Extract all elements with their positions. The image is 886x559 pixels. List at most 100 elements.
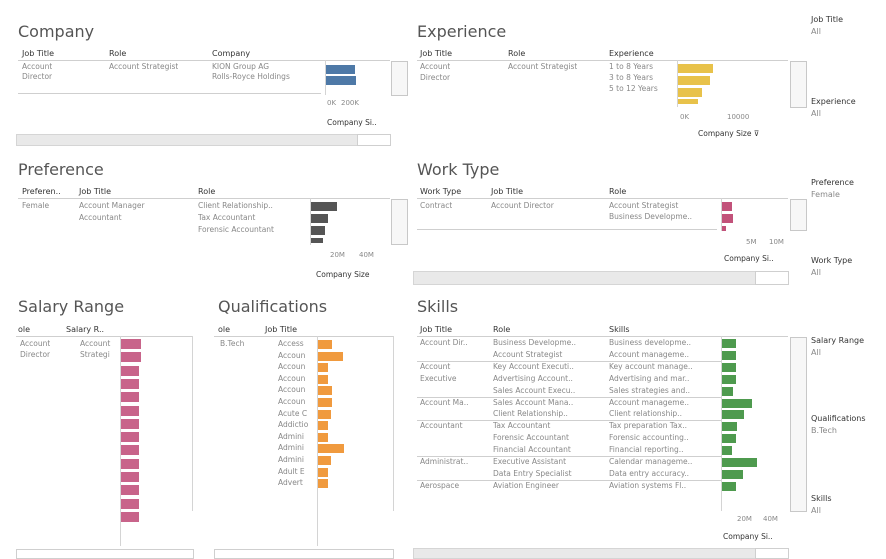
- preference-bar-partial[interactable]: [311, 238, 323, 243]
- qualifications-header-job-title[interactable]: Job Title: [265, 325, 297, 334]
- qualifications-bar[interactable]: [318, 467, 328, 477]
- qualifications-bar[interactable]: [318, 421, 328, 431]
- skills-hscrollbar[interactable]: [413, 548, 756, 559]
- salary-bar[interactable]: [121, 418, 139, 429]
- filter-skills-value[interactable]: All: [811, 506, 821, 515]
- skills-bar[interactable]: [722, 386, 733, 396]
- preference-axis-title[interactable]: Company Size: [316, 270, 369, 279]
- worktype-bar[interactable]: [722, 202, 732, 211]
- qualifications-bar[interactable]: [318, 386, 332, 396]
- qualifications-bar[interactable]: [318, 432, 328, 442]
- worktype-bar-partial[interactable]: [722, 226, 726, 231]
- skills-header-job-title[interactable]: Job Title: [420, 325, 452, 334]
- salary-bar[interactable]: [121, 485, 139, 496]
- salary-bar[interactable]: [121, 365, 139, 376]
- skills-header-skills[interactable]: Skills: [609, 325, 630, 334]
- qualifications-bar[interactable]: [318, 398, 332, 407]
- filter-salary-range-value[interactable]: All: [811, 348, 821, 357]
- qualifications-bar[interactable]: [318, 351, 343, 361]
- skills-header-role[interactable]: Role: [493, 325, 510, 334]
- filter-qualifications-value[interactable]: B.Tech: [811, 426, 837, 435]
- qualifications-bar[interactable]: [318, 444, 344, 454]
- experience-header-job-title[interactable]: Job Title: [420, 49, 452, 58]
- experience-bar[interactable]: [678, 88, 702, 97]
- skills-bar[interactable]: [722, 434, 736, 444]
- qualifications-bar[interactable]: [318, 374, 328, 384]
- qualifications-bar[interactable]: [318, 340, 332, 349]
- experience-vscrollbar[interactable]: [790, 61, 807, 108]
- salary-bar[interactable]: [121, 458, 139, 469]
- skills-bar[interactable]: [722, 339, 736, 348]
- skills-bar[interactable]: [722, 350, 736, 360]
- filter-job-title-value[interactable]: All: [811, 27, 821, 36]
- skills-bar[interactable]: [722, 410, 744, 420]
- experience-bar[interactable]: [678, 64, 713, 73]
- company-hscrollbar[interactable]: [16, 134, 358, 146]
- preference-header-preference[interactable]: Preferen..: [22, 187, 61, 196]
- qualifications-bar[interactable]: [318, 479, 328, 489]
- preference-header-job-title[interactable]: Job Title: [79, 187, 111, 196]
- qualifications-bar[interactable]: [318, 363, 328, 373]
- worktype-header-role[interactable]: Role: [609, 187, 626, 196]
- worktype-axis-title[interactable]: Company Si..: [724, 254, 774, 263]
- experience-bar[interactable]: [678, 76, 710, 85]
- company-axis-title[interactable]: Company Si..: [327, 118, 377, 127]
- salary-bar[interactable]: [121, 378, 139, 389]
- worktype-bar[interactable]: [722, 214, 733, 223]
- filter-work-type-value[interactable]: All: [811, 268, 821, 277]
- company-bar[interactable]: [326, 76, 356, 85]
- company-header-job-title[interactable]: Job Title: [22, 49, 54, 58]
- skills-axis-title[interactable]: Company Si..: [723, 532, 773, 541]
- experience-bar-partial[interactable]: [678, 99, 698, 104]
- filter-preference-value[interactable]: Female: [811, 190, 840, 199]
- qualifications-hscrollbar[interactable]: [214, 549, 394, 559]
- qualifications-header-role[interactable]: ole: [218, 325, 230, 334]
- experience-header-experience[interactable]: Experience: [609, 49, 654, 58]
- salary-hscrollbar[interactable]: [16, 549, 194, 559]
- company-vscrollbar[interactable]: [391, 61, 408, 96]
- salary-cell: Strategi: [80, 350, 110, 359]
- qualifications-bar[interactable]: [318, 409, 331, 419]
- worktype-vscrollbar[interactable]: [790, 199, 807, 231]
- worktype-hscrollbar[interactable]: [413, 271, 756, 285]
- salary-bar[interactable]: [121, 352, 141, 363]
- preference-vscrollbar[interactable]: [391, 199, 408, 245]
- qualifications-bar[interactable]: [318, 456, 331, 465]
- skills-skill-cell: Client relationship..: [609, 409, 682, 419]
- salary-bar[interactable]: [121, 472, 139, 482]
- salary-bar[interactable]: [121, 445, 139, 456]
- salary-header-salary-range[interactable]: Salary R..: [66, 325, 104, 334]
- skills-bar[interactable]: [722, 362, 736, 372]
- qualifications-job-title-column: Access Accoun Accoun Accoun Accoun Accoun Acut…: [276, 339, 316, 509]
- salary-bar[interactable]: [121, 432, 139, 443]
- salary-bar[interactable]: [121, 498, 139, 509]
- preference-bar[interactable]: [311, 202, 337, 211]
- skills-bar[interactable]: [722, 398, 752, 408]
- preference-bar[interactable]: [311, 226, 325, 235]
- worktype-header-work-type[interactable]: Work Type: [420, 187, 461, 196]
- worktype-header-job-title[interactable]: Job Title: [491, 187, 523, 196]
- skills-bar[interactable]: [722, 422, 737, 432]
- company-header-role[interactable]: Role: [109, 49, 126, 58]
- experience-axis-tick: 0K: [680, 113, 690, 121]
- company-bar[interactable]: [326, 65, 355, 74]
- salary-header-role[interactable]: ole: [18, 325, 30, 334]
- skills-bar[interactable]: [722, 481, 736, 491]
- salary-bar[interactable]: [121, 392, 139, 403]
- preference-bar[interactable]: [311, 214, 328, 223]
- skills-bar[interactable]: [722, 458, 757, 467]
- preference-header-role[interactable]: Role: [198, 187, 215, 196]
- salary-bar[interactable]: [121, 405, 139, 416]
- salary-bar[interactable]: [121, 511, 139, 522]
- skills-bar[interactable]: [722, 446, 732, 456]
- skills-vscrollbar[interactable]: [790, 337, 807, 512]
- experience-header-role[interactable]: Role: [508, 49, 525, 58]
- experience-axis-title[interactable]: Company Size ⊽: [698, 129, 759, 138]
- skills-bar[interactable]: [722, 374, 736, 384]
- salary-bar[interactable]: [121, 339, 141, 349]
- skills-group-divider: [417, 420, 721, 422]
- company-header-company[interactable]: Company: [212, 49, 250, 58]
- skills-skill-cell: Forensic accounting..: [609, 433, 689, 443]
- filter-experience-value[interactable]: All: [811, 109, 821, 118]
- skills-bar[interactable]: [722, 469, 743, 479]
